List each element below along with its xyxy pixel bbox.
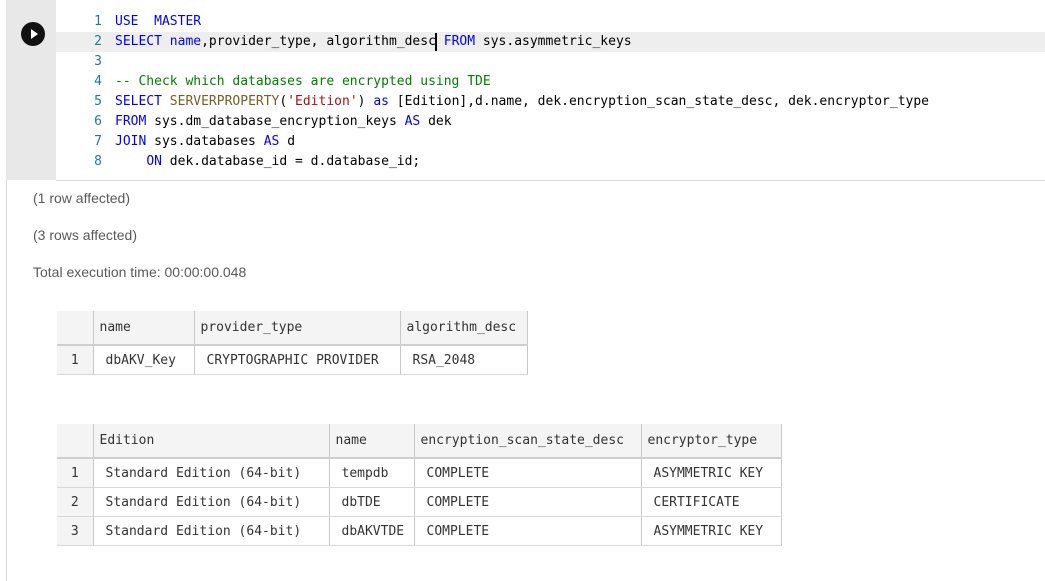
table-row[interactable]: 1 dbAKV_Key CRYPTOGRAPHIC PROVIDER RSA_2048	[57, 345, 528, 375]
line-number: 5	[94, 94, 102, 109]
code-token: ON	[146, 154, 162, 169]
execution-time-message: Total execution time: 00:00:00.048	[33, 264, 247, 280]
run-cell-button[interactable]	[21, 22, 45, 46]
code-line[interactable]: 6 FROM sys.dm_database_encryption_keys AS…	[56, 112, 1045, 132]
code-token: dek	[420, 114, 452, 129]
code-text[interactable]: JOIN sys.databases AS d	[115, 132, 295, 152]
code-token: dek.database_id = d.database_id;	[161, 154, 421, 169]
column-header[interactable]: Edition	[93, 424, 330, 459]
code-token: sys.asymmetric_keys	[475, 34, 632, 49]
table-cell[interactable]: COMPLETE	[414, 516, 642, 546]
table-cell[interactable]: dbAKVTDE	[329, 516, 415, 546]
column-header[interactable]: provider_type	[194, 311, 401, 346]
result-grid-1[interactable]: name provider_type algorithm_desc 1 dbAKV_Ke…	[57, 311, 528, 375]
grid-corner	[57, 311, 94, 346]
code-token: SERVERPROPERTY	[169, 94, 280, 109]
code-line[interactable]: 4 -- Check which databases are encrypted …	[56, 72, 1045, 92]
code-token: as	[373, 94, 389, 109]
line-number: 3	[94, 54, 102, 69]
table-row[interactable]: 3 Standard Edition (64-bit) dbAKVTDE COMPLE…	[57, 516, 782, 546]
code-line[interactable]: 3	[56, 52, 1045, 72]
code-text[interactable]: SELECT SERVERPROPERTY('Edition') as [Edi…	[115, 92, 929, 112]
code-text[interactable]: SELECT name,provider_type, algorithm_des…	[115, 32, 632, 52]
line-number: 7	[94, 134, 102, 149]
code-token: ,provider_type, algorithm_desc	[201, 34, 436, 49]
code-token: FROM	[115, 114, 147, 129]
table-row[interactable]: 2 Standard Edition (64-bit) dbTDE COMPLETE C…	[57, 487, 782, 517]
table-cell[interactable]: CRYPTOGRAPHIC PROVIDER	[194, 345, 401, 375]
code-token: [Edition],d.name, dek.encryption_scan_st…	[388, 94, 930, 109]
column-header[interactable]: name	[93, 311, 195, 346]
column-header[interactable]: encryptor_type	[641, 424, 782, 459]
table-cell[interactable]: ASYMMETRIC KEY	[641, 458, 782, 488]
line-number: 1	[94, 14, 102, 29]
column-header[interactable]: algorithm_desc	[400, 311, 528, 346]
code-line[interactable]: 1 USE MASTER	[56, 12, 1045, 32]
code-token: FROM	[435, 34, 476, 49]
code-line[interactable]: 5 SELECT SERVERPROPERTY('Edition') as [Ed…	[56, 92, 1045, 112]
code-line[interactable]: 2 SELECT name,provider_type, algorithm_de…	[56, 32, 1045, 52]
table-cell[interactable]: tempdb	[329, 458, 415, 488]
grid-header-row: name provider_type algorithm_desc	[57, 311, 528, 346]
rows-affected-message-2: (3 rows affected)	[33, 227, 138, 243]
code-token: SELECT	[115, 94, 162, 109]
code-token: 'Edition'	[287, 94, 358, 109]
code-token: USE	[115, 14, 139, 29]
line-number: 4	[94, 74, 102, 89]
table-cell[interactable]: ASYMMETRIC KEY	[641, 516, 782, 546]
code-text[interactable]: USE MASTER	[115, 12, 201, 32]
code-token: MASTER	[154, 14, 202, 29]
table-cell[interactable]: RSA_2048	[400, 345, 528, 375]
grid-corner	[57, 424, 94, 459]
code-token: AS	[263, 134, 280, 149]
row-number[interactable]: 1	[57, 458, 94, 488]
row-number[interactable]: 2	[57, 487, 94, 517]
code-token: JOIN	[115, 134, 147, 149]
code-editor[interactable]: 1 USE MASTER 2 SELECT name,provider_type, a…	[56, 12, 1045, 181]
code-token: sys.dm_database_encryption_keys	[146, 114, 405, 129]
table-cell[interactable]: dbTDE	[329, 487, 415, 517]
table-cell[interactable]: COMPLETE	[414, 458, 642, 488]
code-token: )	[357, 94, 374, 109]
table-cell[interactable]: Standard Edition (64-bit)	[93, 516, 330, 546]
row-number[interactable]: 3	[57, 516, 94, 546]
code-line[interactable]: 7 JOIN sys.databases AS d	[56, 132, 1045, 152]
code-text[interactable]: FROM sys.dm_database_encryption_keys AS …	[115, 112, 452, 132]
line-number: 2	[94, 34, 102, 49]
code-line[interactable]: 8 ON dek.database_id = d.database_id;	[56, 152, 1045, 172]
code-text[interactable]: ON dek.database_id = d.database_id;	[115, 152, 420, 172]
column-header[interactable]: encryption_scan_state_desc	[414, 424, 642, 459]
table-cell[interactable]: CERTIFICATE	[641, 487, 782, 517]
code-token: AS	[404, 114, 421, 129]
code-token: name	[169, 34, 202, 49]
grid-header-row: Edition name encryption_scan_state_desc enc…	[57, 424, 782, 459]
table-cell[interactable]: COMPLETE	[414, 487, 642, 517]
result-grid-2[interactable]: Edition name encryption_scan_state_desc enc…	[57, 424, 782, 546]
code-token: sys.databases	[146, 134, 264, 149]
table-cell[interactable]: dbAKV_Key	[93, 345, 195, 375]
rows-affected-message-1: (1 row affected)	[33, 190, 131, 206]
code-token: SELECT	[115, 34, 162, 49]
table-cell[interactable]: Standard Edition (64-bit)	[93, 458, 330, 488]
row-number[interactable]: 1	[57, 345, 94, 375]
table-row[interactable]: 1 Standard Edition (64-bit) tempdb COMPLETE…	[57, 458, 782, 488]
code-token: -- Check which databases are encrypted u…	[115, 74, 491, 89]
code-text[interactable]: -- Check which databases are encrypted u…	[115, 72, 491, 92]
code-token: d	[279, 134, 296, 149]
line-number: 8	[94, 154, 102, 169]
line-number: 6	[94, 114, 102, 129]
table-cell[interactable]: Standard Edition (64-bit)	[93, 487, 330, 517]
column-header[interactable]: name	[329, 424, 415, 459]
